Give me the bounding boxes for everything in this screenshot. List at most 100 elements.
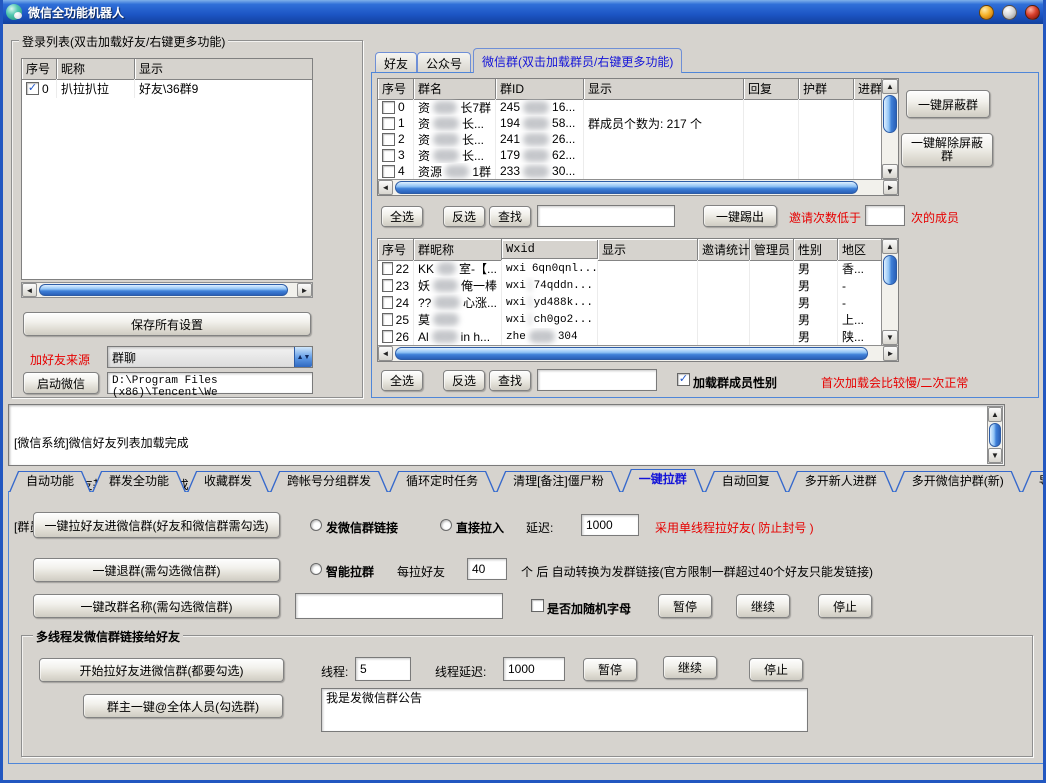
group-search-input[interactable] bbox=[537, 205, 675, 227]
scroll-up-icon[interactable]: ▲ bbox=[882, 79, 898, 94]
tab-auto-reply[interactable]: 自动回复 bbox=[705, 471, 787, 492]
per-friend-input[interactable] bbox=[467, 558, 507, 580]
scroll-thumb[interactable] bbox=[39, 284, 288, 296]
scroll-thumb[interactable] bbox=[395, 181, 858, 194]
tab-export[interactable]: 导出 bbox=[1022, 471, 1046, 492]
member-row[interactable]: 24 ??心涨... wxiyd488k... 男 - bbox=[378, 294, 882, 311]
member-search-input[interactable] bbox=[537, 369, 657, 391]
group-table-hscrollbar[interactable]: ◄ ► bbox=[378, 179, 898, 195]
group-row[interactable]: 0 资长7群 24516... bbox=[378, 99, 882, 115]
group-row[interactable]: 4 资源1群 23330... bbox=[378, 163, 882, 179]
group-invert-select-button[interactable]: 反选 bbox=[443, 206, 485, 227]
scroll-right-icon[interactable]: ► bbox=[883, 346, 898, 361]
kick-count-input[interactable] bbox=[865, 205, 905, 226]
tab-cross-account-send[interactable]: 跨帐号分组群发 bbox=[270, 471, 388, 492]
random-letter-checkbox[interactable] bbox=[531, 599, 544, 612]
tab-scheduled-tasks[interactable]: 循环定时任务 bbox=[389, 471, 495, 492]
group-row[interactable]: 1 资长... 19458... 群成员个数为: 217 个 bbox=[378, 115, 882, 131]
save-all-settings-button[interactable]: 保存所有设置 bbox=[23, 312, 311, 336]
thread-resume-button[interactable]: 继续 bbox=[663, 656, 717, 679]
group-row-checkbox[interactable] bbox=[382, 165, 395, 178]
at-all-members-button[interactable]: 群主一键@全体人员(勾选群) bbox=[83, 694, 283, 718]
launch-wechat-button[interactable]: 启动微信 bbox=[23, 372, 99, 394]
group-row-checkbox[interactable] bbox=[382, 101, 395, 114]
scroll-right-icon[interactable]: ► bbox=[883, 180, 898, 195]
group-row[interactable]: 2 资长... 24126... bbox=[378, 131, 882, 147]
unblock-group-button[interactable]: 一键解除屏蔽群 bbox=[901, 133, 993, 167]
member-row-checkbox[interactable] bbox=[382, 296, 393, 309]
thread-pause-button[interactable]: 暂停 bbox=[583, 658, 637, 681]
load-sex-checkbox[interactable] bbox=[677, 373, 690, 386]
scroll-left-icon[interactable]: ◄ bbox=[378, 180, 393, 195]
group-row-checkbox[interactable] bbox=[382, 133, 395, 146]
thread-stop-button[interactable]: 停止 bbox=[749, 658, 803, 681]
scroll-left-icon[interactable]: ◄ bbox=[378, 346, 393, 361]
login-row[interactable]: 0 扒拉扒拉 好友\36群9 bbox=[22, 79, 313, 98]
announcement-textarea[interactable]: 我是发微信群公告 bbox=[321, 688, 808, 732]
stop-button[interactable]: 停止 bbox=[818, 594, 872, 618]
scroll-down-icon[interactable]: ▼ bbox=[882, 330, 898, 345]
tab-official-accounts[interactable]: 公众号 bbox=[417, 52, 471, 72]
member-row[interactable]: 22 KK室-【... wxi6qn0qnl... 男 香... bbox=[378, 260, 882, 277]
scroll-up-icon[interactable]: ▲ bbox=[988, 407, 1002, 422]
group-row[interactable]: 3 资长... 17962... bbox=[378, 147, 882, 163]
tab-auto-functions[interactable]: 自动功能 bbox=[9, 471, 91, 492]
member-row-checkbox[interactable] bbox=[382, 313, 393, 326]
send-group-link-radio[interactable] bbox=[310, 519, 322, 531]
tab-wechat-groups[interactable]: 微信群(双击加载群员/右键更多功能) bbox=[473, 48, 682, 73]
tab-clean-zombie-fans[interactable]: 清理[备注]僵尸粉 bbox=[496, 471, 621, 492]
start-pull-friends-button[interactable]: 开始拉好友进微信群(都要勾选) bbox=[39, 658, 284, 682]
group-row-checkbox[interactable] bbox=[382, 117, 395, 130]
maximize-button[interactable] bbox=[1002, 5, 1017, 20]
thread-delay-input[interactable] bbox=[503, 657, 565, 681]
add-friend-source-select[interactable]: 群聊 ▲▼ bbox=[107, 346, 313, 368]
scroll-left-icon[interactable]: ◄ bbox=[22, 283, 37, 297]
member-row[interactable]: 23 妖俺一棒 wxi74qddn... 男 - bbox=[378, 277, 882, 294]
scroll-down-icon[interactable]: ▼ bbox=[882, 164, 898, 179]
scroll-thumb[interactable] bbox=[883, 255, 897, 285]
member-table-vscrollbar[interactable]: ▲ ▼ bbox=[881, 239, 898, 345]
direct-pull-radio[interactable] bbox=[440, 519, 452, 531]
group-name-input[interactable] bbox=[295, 593, 503, 619]
close-button[interactable] bbox=[1025, 5, 1040, 20]
member-table-hscrollbar[interactable]: ◄ ► bbox=[378, 345, 898, 361]
member-row-checkbox[interactable] bbox=[382, 330, 393, 343]
group-table-vscrollbar[interactable]: ▲ ▼ bbox=[881, 79, 898, 179]
rename-group-button[interactable]: 一键改群名称(需勾选微信群) bbox=[33, 594, 280, 618]
member-find-button[interactable]: 查找 bbox=[489, 370, 531, 391]
wechat-path-field[interactable]: D:\Program Files (x86)\Tencent\We bbox=[107, 372, 313, 394]
group-select-all-button[interactable]: 全选 bbox=[381, 206, 423, 227]
scroll-up-icon[interactable]: ▲ bbox=[882, 239, 898, 254]
thread-count-input[interactable] bbox=[355, 657, 411, 681]
group-row-checkbox[interactable] bbox=[382, 149, 395, 162]
smart-pull-radio[interactable] bbox=[310, 563, 322, 575]
tab-mass-send[interactable]: 群发全功能 bbox=[92, 471, 186, 492]
minimize-button[interactable] bbox=[979, 5, 994, 20]
member-invert-select-button[interactable]: 反选 bbox=[443, 370, 485, 391]
login-row-checkbox[interactable] bbox=[26, 82, 39, 95]
pull-friends-into-group-button[interactable]: 一键拉好友进微信群(好友和微信群需勾选) bbox=[33, 512, 280, 538]
member-row[interactable]: 26 Alin h... zhe304 男 陕... bbox=[378, 328, 882, 345]
member-select-all-button[interactable]: 全选 bbox=[381, 370, 423, 391]
tab-favorite-send[interactable]: 收藏群发 bbox=[187, 471, 269, 492]
group-find-button[interactable]: 查找 bbox=[489, 206, 531, 227]
tab-multi-guard-group[interactable]: 多开微信护群(新) bbox=[895, 471, 1021, 492]
log-area[interactable]: [微信系统]微信好友列表加载完成 [好友列表]好友基本信息加载完成 [群员列表]… bbox=[8, 404, 1005, 466]
log-vscrollbar[interactable]: ▲ ▼ bbox=[987, 406, 1003, 464]
block-group-button[interactable]: 一键屏蔽群 bbox=[906, 90, 990, 118]
scroll-thumb[interactable] bbox=[883, 95, 897, 133]
tab-one-key-pull-group[interactable]: 一键拉群 bbox=[622, 469, 704, 492]
spinner-updown-icon[interactable]: ▲▼ bbox=[294, 347, 312, 367]
member-row-checkbox[interactable] bbox=[382, 262, 393, 275]
scroll-down-icon[interactable]: ▼ bbox=[988, 448, 1002, 463]
kick-button[interactable]: 一键踢出 bbox=[703, 205, 777, 227]
scroll-thumb[interactable] bbox=[395, 347, 868, 360]
tab-friends[interactable]: 好友 bbox=[375, 52, 417, 72]
tab-multi-newcomer-join[interactable]: 多开新人进群 bbox=[788, 471, 894, 492]
leave-group-button[interactable]: 一键退群(需勾选微信群) bbox=[33, 558, 280, 582]
resume-button[interactable]: 继续 bbox=[736, 594, 790, 618]
scroll-thumb[interactable] bbox=[989, 423, 1001, 447]
login-list-hscrollbar[interactable]: ◄ ► bbox=[21, 282, 313, 298]
member-table[interactable]: 序号 群昵称 Wxid 显示 邀请统计 管理员 性别 地区 22 KK室-【..… bbox=[377, 238, 899, 362]
member-row-checkbox[interactable] bbox=[382, 279, 393, 292]
